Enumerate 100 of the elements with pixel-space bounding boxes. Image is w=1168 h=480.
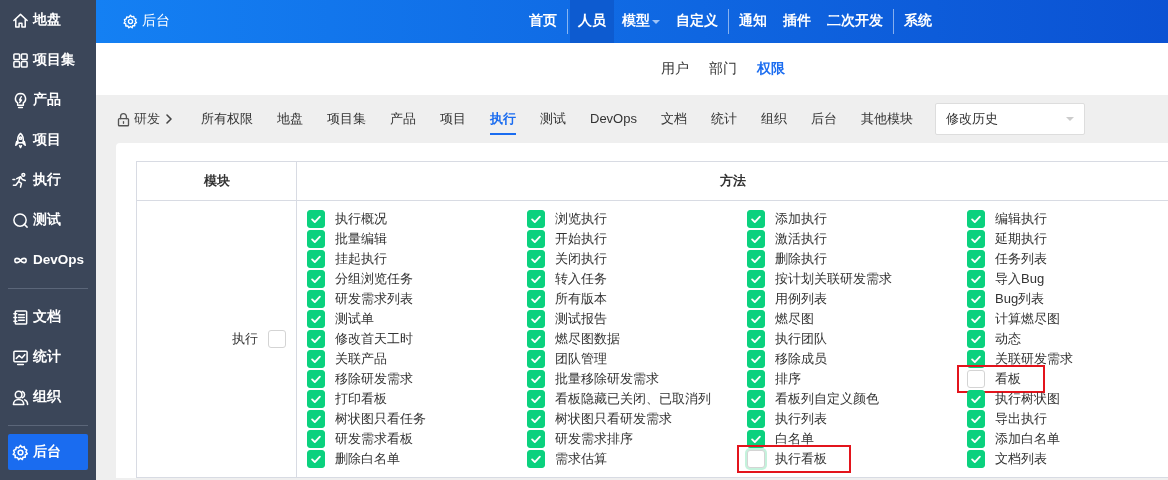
sidebar-item[interactable]: DevOps <box>8 240 88 280</box>
module-tab[interactable]: 测试 <box>528 103 578 135</box>
brand-title: 后台 <box>142 12 170 31</box>
checkbox[interactable] <box>747 450 765 468</box>
subnav-link[interactable]: 权限 <box>749 58 793 80</box>
checkbox[interactable] <box>747 330 765 348</box>
module-tab[interactable]: 所有权限 <box>189 103 265 135</box>
checkbox[interactable] <box>527 270 545 288</box>
nav-link[interactable]: 通知 <box>731 0 775 43</box>
checkbox[interactable] <box>527 330 545 348</box>
checkbox[interactable] <box>307 370 325 388</box>
nav-link[interactable]: 模型 <box>614 0 668 43</box>
subnav-link[interactable]: 用户 <box>653 58 697 80</box>
checkbox-label: 延期执行 <box>995 230 1047 249</box>
module-tab[interactable]: 执行 <box>478 103 528 135</box>
checkbox-label: 打印看板 <box>335 390 387 409</box>
checkbox[interactable] <box>307 310 325 328</box>
checkbox[interactable] <box>967 430 985 448</box>
checkbox[interactable] <box>527 410 545 428</box>
checkbox[interactable] <box>307 390 325 408</box>
checkbox[interactable] <box>967 450 985 468</box>
checkbox[interactable] <box>747 270 765 288</box>
checkbox[interactable] <box>307 250 325 268</box>
module-tab[interactable]: 地盘 <box>265 103 315 135</box>
sidebar-item[interactable]: 组织 <box>8 377 88 417</box>
checkbox-label: 分组浏览任务 <box>335 270 413 289</box>
subnav-link[interactable]: 部门 <box>701 58 745 80</box>
checkbox-label: 执行看板 <box>775 450 827 469</box>
checkbox[interactable] <box>527 210 545 228</box>
sidebar-item[interactable]: 后台 <box>8 434 88 470</box>
sidebar-item[interactable]: 项目集 <box>8 40 88 80</box>
checkbox[interactable] <box>747 350 765 368</box>
module-tab[interactable]: 组织 <box>748 103 799 135</box>
module-tab[interactable]: 产品 <box>378 103 428 135</box>
rocket-icon <box>12 131 29 149</box>
checkbox-label: 浏览执行 <box>555 210 607 229</box>
checkbox[interactable] <box>967 210 985 228</box>
sidebar-item[interactable]: 产品 <box>8 80 88 120</box>
nav-link[interactable]: 人员 <box>570 0 614 43</box>
checkbox[interactable] <box>268 330 286 348</box>
module-tab[interactable]: 项目 <box>428 103 478 135</box>
nav-link[interactable]: 系统 <box>896 0 940 43</box>
checkbox-label: 看板列自定义颜色 <box>775 390 879 409</box>
checkbox[interactable] <box>527 450 545 468</box>
nav-link[interactable]: 二次开发 <box>819 0 891 43</box>
nav-link[interactable]: 首页 <box>521 0 565 43</box>
sidebar-item[interactable]: 项目 <box>8 120 88 160</box>
checkbox[interactable] <box>747 410 765 428</box>
checkbox[interactable] <box>967 290 985 308</box>
checkbox[interactable] <box>967 390 985 408</box>
checkbox[interactable] <box>307 410 325 428</box>
nav-link[interactable]: 插件 <box>775 0 819 43</box>
checkbox[interactable] <box>527 350 545 368</box>
checkbox[interactable] <box>307 350 325 368</box>
sidebar-item[interactable]: 地盘 <box>8 0 88 40</box>
module-tab[interactable]: 统计 <box>698 103 749 135</box>
checkbox[interactable] <box>527 310 545 328</box>
breadcrumb-link[interactable]: 研发 <box>134 109 160 129</box>
checkbox[interactable] <box>527 430 545 448</box>
sidebar-item[interactable]: 测试 <box>8 200 88 240</box>
checkbox[interactable] <box>967 270 985 288</box>
sidebar-item[interactable]: 统计 <box>8 337 88 377</box>
checkbox[interactable] <box>307 330 325 348</box>
module-tab[interactable]: 文档 <box>648 103 699 135</box>
checkbox[interactable] <box>747 250 765 268</box>
sidebar-item[interactable]: 文档 <box>8 297 88 337</box>
checkbox[interactable] <box>307 230 325 248</box>
checkbox[interactable] <box>747 230 765 248</box>
checkbox[interactable] <box>967 330 985 348</box>
checkbox[interactable] <box>967 370 985 388</box>
chevron-icon <box>163 113 175 125</box>
checkbox[interactable] <box>527 370 545 388</box>
checkbox[interactable] <box>967 310 985 328</box>
history-select[interactable]: 修改历史 <box>934 103 1085 135</box>
checkbox[interactable] <box>747 210 765 228</box>
module-tab[interactable]: DevOps <box>578 103 649 135</box>
checkbox[interactable] <box>747 290 765 308</box>
checkbox[interactable] <box>967 230 985 248</box>
checkbox[interactable] <box>967 250 985 268</box>
checkbox[interactable] <box>307 450 325 468</box>
checkbox[interactable] <box>967 410 985 428</box>
checkbox[interactable] <box>527 230 545 248</box>
checkbox[interactable] <box>307 430 325 448</box>
checkbox[interactable] <box>527 250 545 268</box>
search-icon <box>12 211 29 229</box>
checkbox[interactable] <box>747 390 765 408</box>
checkbox[interactable] <box>747 310 765 328</box>
checkbox-label: 计算燃尽图 <box>995 310 1060 329</box>
checkbox[interactable] <box>747 370 765 388</box>
module-tab[interactable]: 其他模块 <box>848 103 925 135</box>
checkbox-label: 执行概况 <box>335 210 387 229</box>
sidebar-item[interactable]: 执行 <box>8 160 88 200</box>
module-tab[interactable]: 后台 <box>798 103 849 135</box>
checkbox[interactable] <box>307 290 325 308</box>
checkbox[interactable] <box>527 290 545 308</box>
checkbox[interactable] <box>307 210 325 228</box>
checkbox[interactable] <box>527 390 545 408</box>
module-tab[interactable]: 项目集 <box>315 103 378 135</box>
checkbox[interactable] <box>307 270 325 288</box>
nav-link[interactable]: 自定义 <box>668 0 726 43</box>
